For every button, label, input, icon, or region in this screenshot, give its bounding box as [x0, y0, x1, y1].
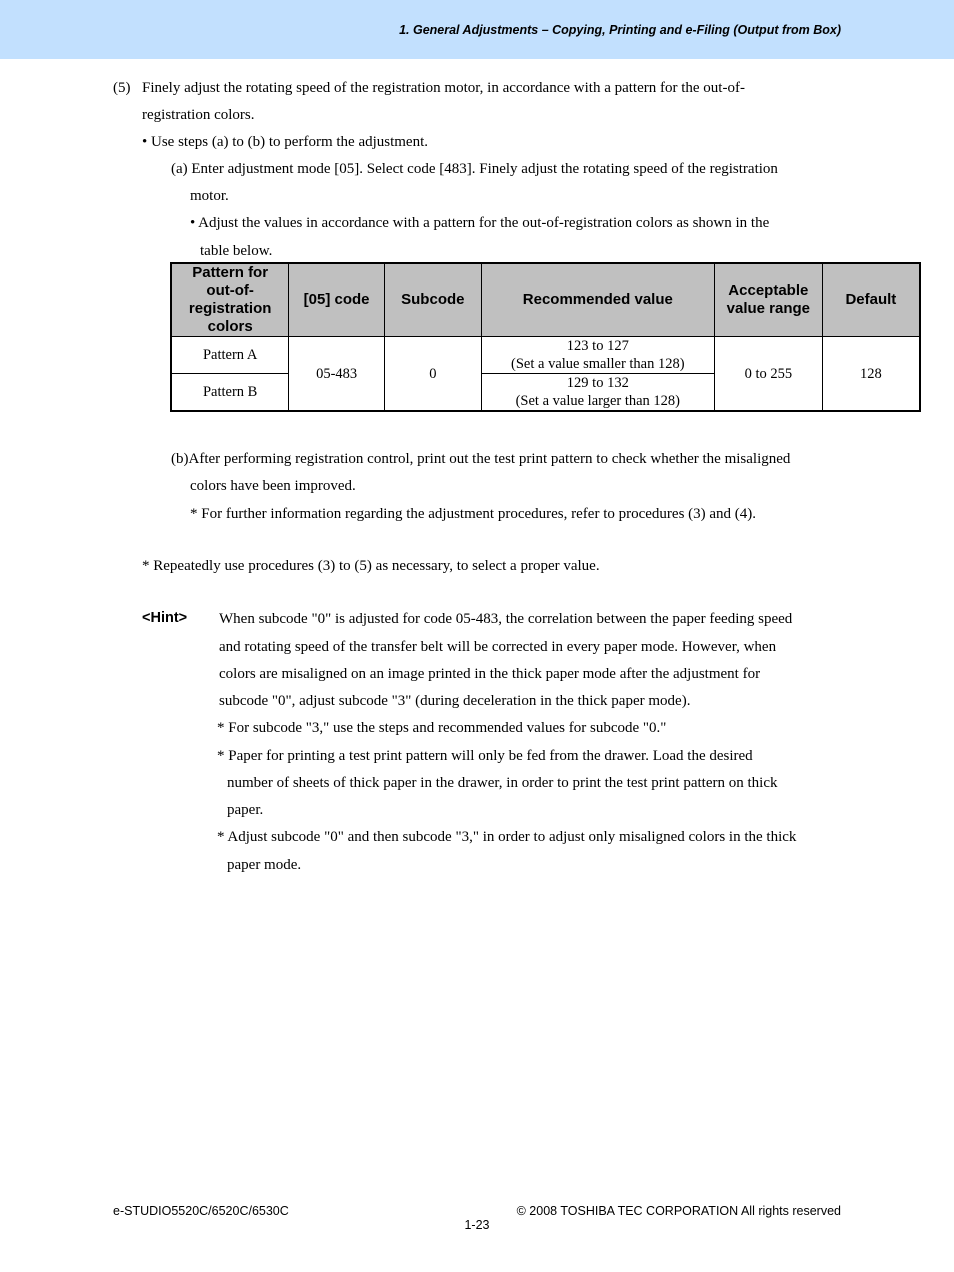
hint-note-cont: number of sheets of thick paper in the d…: [227, 775, 778, 791]
table-row: Pattern A 05-483 0 123 to 127 (Set a val…: [170, 336, 921, 412]
cell-recommended: 129 to 132 (Set a value larger than 128): [480, 373, 715, 412]
step-a-line1: (a) Enter adjustment mode [05]. Select c…: [171, 161, 778, 177]
header-pattern-line: colors: [207, 318, 253, 335]
cell-recommended: 123 to 127 (Set a value smaller than 128…: [480, 336, 715, 374]
header-recommended: Recommended value: [480, 262, 715, 337]
footer-model: e-STUDIO5520C/6520C/6530C: [113, 1204, 289, 1218]
hint-line: and rotating speed of the transfer belt …: [219, 639, 777, 655]
recommended-range: 123 to 127: [566, 338, 629, 354]
recommended-range: 129 to 132: [566, 375, 629, 391]
footer-copyright: © 2008 TOSHIBA TEC CORPORATION All right…: [516, 1204, 841, 1218]
cell-pattern: Pattern B: [170, 373, 290, 412]
table-header-row: Pattern for out-of- registration colors …: [170, 262, 921, 337]
step-b-note: * For further information regarding the …: [190, 506, 757, 522]
hint-note: * For subcode "3," use the steps and rec…: [217, 720, 667, 736]
cell-code: 05-483: [288, 336, 385, 412]
header-range: Acceptable value range: [713, 262, 823, 337]
header-pattern-line: out-of-: [206, 282, 254, 299]
header-pattern: Pattern for out-of- registration colors: [170, 262, 290, 337]
header-code: [05] code: [288, 262, 385, 337]
hint-note: * Paper for printing a test print patter…: [217, 748, 753, 764]
header-pattern-line: registration: [188, 300, 272, 317]
step5-line2: registration colors.: [142, 107, 255, 123]
header-default: Default: [821, 262, 921, 337]
step-b-line2: colors have been improved.: [190, 478, 356, 494]
hint-note-cont: paper.: [227, 802, 264, 818]
hint-line: When subcode "0" is adjusted for code 05…: [219, 611, 793, 627]
step-a-bullet-line1: • Adjust the values in accordance with a…: [190, 215, 770, 231]
step-a-line2: motor.: [190, 188, 229, 204]
page-number: 1-23: [464, 1218, 490, 1232]
header-subcode: Subcode: [383, 262, 482, 337]
step-b-line1: (b)After performing registration control…: [171, 451, 791, 467]
repeat-note: * Repeatedly use procedures (3) to (5) a…: [142, 558, 600, 574]
recommended-note: (Set a value smaller than 128): [511, 356, 685, 372]
cell-subcode: 0: [383, 336, 482, 412]
adjustment-table: Pattern for out-of- registration colors …: [170, 262, 921, 412]
step-a-bullet-line2: table below.: [200, 243, 273, 259]
header-pattern-line: Pattern for: [192, 264, 269, 281]
section-title: 1. General Adjustments – Copying, Printi…: [399, 23, 841, 37]
step5-bullet: • Use steps (a) to (b) to perform the ad…: [142, 134, 429, 150]
hint-line: subcode "0", adjust subcode "3" (during …: [219, 693, 691, 709]
recommended-note: (Set a value larger than 128): [515, 393, 681, 409]
hint-note-cont: paper mode.: [227, 857, 302, 873]
cell-pattern: Pattern A: [170, 336, 290, 374]
header-range-line: Acceptable: [728, 282, 809, 299]
hint-label: <Hint>: [142, 610, 188, 626]
cell-default: 128: [821, 336, 921, 412]
page-header-band: 1. General Adjustments – Copying, Printi…: [0, 0, 954, 59]
hint-line: colors are misaligned on an image printe…: [219, 666, 761, 682]
header-range-line: value range: [726, 300, 811, 317]
step5-line1: Finely adjust the rotating speed of the …: [142, 80, 745, 96]
hint-note: * Adjust subcode "0" and then subcode "3…: [217, 829, 797, 845]
step-number: (5): [113, 80, 131, 96]
cell-range: 0 to 255: [713, 336, 823, 412]
